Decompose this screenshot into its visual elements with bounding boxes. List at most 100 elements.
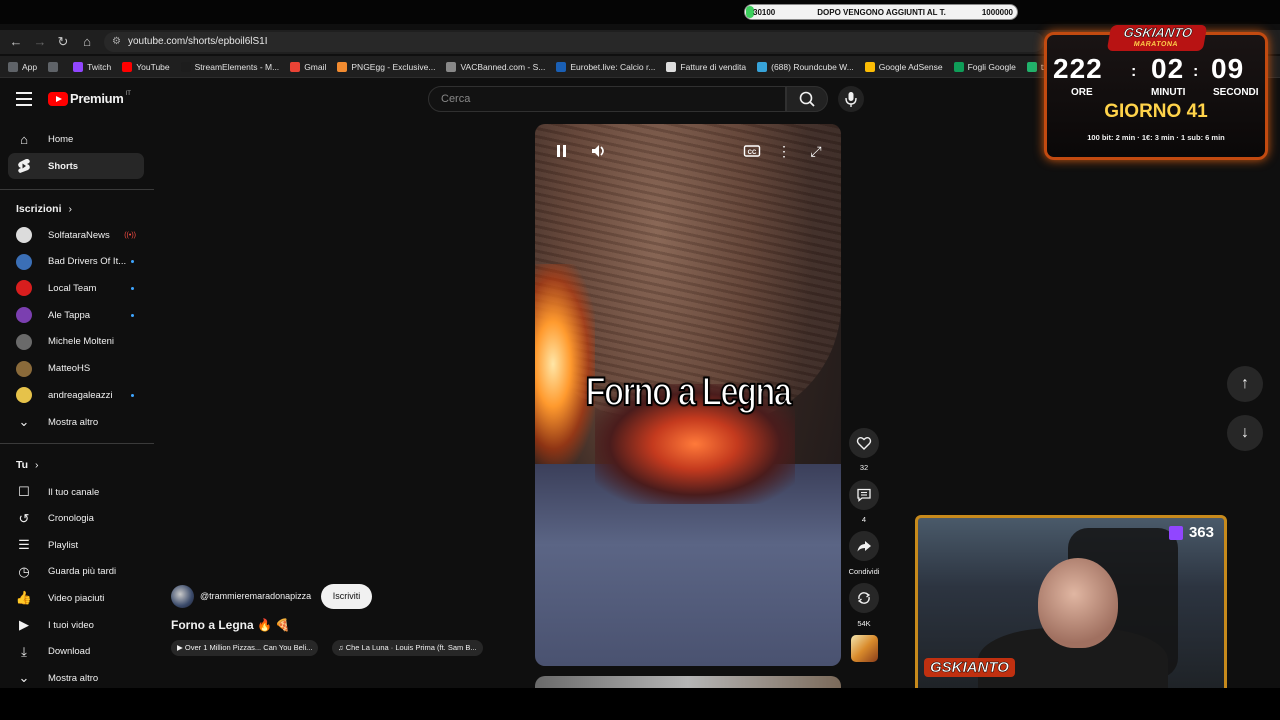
- hamburger-menu-icon[interactable]: [16, 92, 32, 106]
- you-item[interactable]: ☰ Playlist: [8, 532, 144, 558]
- you-item[interactable]: 👍 Video piaciuti: [8, 585, 144, 611]
- share-button[interactable]: [849, 531, 879, 561]
- reload-icon[interactable]: ↻: [55, 34, 71, 50]
- sidebar-divider: [0, 443, 154, 444]
- subscriptions-heading[interactable]: Iscrizioni ›: [16, 203, 72, 215]
- bookmark-label: PNGEgg - Exclusive...: [351, 61, 436, 72]
- subscription-item[interactable]: MatteoHS: [8, 356, 144, 382]
- stream-goal-bar: 30100 DOPO VENGONO AGGIUNTI AL T. 100000…: [744, 4, 1018, 20]
- search-button[interactable]: [786, 86, 828, 112]
- you-item[interactable]: ◷ Guarda più tardi: [8, 559, 144, 585]
- home-icon: ⌂: [20, 131, 28, 147]
- sidebar-item-label: Shorts: [48, 160, 79, 172]
- related-video-chip[interactable]: ▶ Over 1 Million Pizzas... Can You Beli.…: [171, 640, 319, 656]
- marathon-timer-overlay: GSKIANTO MARATONA 222 : 02 : 09 ORE MINU…: [1044, 25, 1268, 160]
- youtube-premium-logo[interactable]: Premium IT: [48, 91, 131, 106]
- like-button[interactable]: [849, 428, 879, 458]
- subscription-item[interactable]: Michele Molteni: [8, 329, 144, 355]
- you-item[interactable]: ⤓ Download: [8, 639, 144, 665]
- arrow-down-icon: ↓: [1241, 424, 1249, 441]
- bookmark-favicon-icon: [73, 61, 84, 72]
- you-item-label: Il tuo canale: [48, 486, 100, 498]
- bookmark-favicon-icon: [48, 61, 59, 72]
- bookmark-favicon-icon: [556, 61, 567, 72]
- search-input[interactable]: Cerca: [428, 86, 786, 112]
- url-text: youtube.com/shorts/epboil6lS1I: [128, 36, 268, 47]
- bookmark-favicon-icon: [864, 61, 875, 72]
- channel-avatar: [16, 227, 32, 243]
- voice-search-button[interactable]: [838, 86, 864, 112]
- subscribe-button[interactable]: Iscriviti: [321, 584, 372, 609]
- address-bar[interactable]: ⚙ youtube.com/shorts/epboil6lS1I: [104, 32, 1044, 52]
- remix-button[interactable]: [849, 583, 879, 613]
- timer-separator: :: [1193, 63, 1200, 80]
- site-settings-icon[interactable]: ⚙: [112, 32, 121, 52]
- bookmark-item[interactable]: App: [8, 61, 37, 72]
- bookmark-item[interactable]: StreamElements - M...: [180, 61, 279, 72]
- channel-avatar[interactable]: [171, 585, 194, 608]
- you-item[interactable]: ↺ Cronologia: [8, 506, 144, 532]
- you-item[interactable]: ☐ Il tuo canale: [8, 479, 144, 505]
- bookmark-item[interactable]: Twitch: [73, 61, 111, 72]
- hours-label: ORE: [1071, 87, 1093, 98]
- shorts-video-player[interactable]: Forno a Legna CC ⋮ ⤢: [535, 124, 841, 666]
- fullscreen-icon[interactable]: ⤢: [805, 140, 827, 162]
- bookmark-favicon-icon: [1026, 61, 1037, 72]
- goal-target: 1000000: [981, 7, 1013, 17]
- subscription-item[interactable]: Bad Drivers Of It...: [8, 249, 144, 275]
- pause-icon: [557, 145, 566, 157]
- subscription-item[interactable]: Ale Tappa: [8, 302, 144, 328]
- bookmark-item[interactable]: [48, 61, 62, 72]
- logo-text: Premium: [70, 91, 124, 106]
- bookmark-item[interactable]: VACBanned.com - S...: [446, 61, 546, 72]
- bookmark-item[interactable]: PNGEgg - Exclusive...: [337, 61, 436, 72]
- playlist-icon: ☰: [18, 537, 30, 553]
- bookmark-item[interactable]: Gmail: [290, 61, 326, 72]
- bookmark-item[interactable]: YouTube: [122, 61, 170, 72]
- bookmark-item[interactable]: Google AdSense: [864, 61, 943, 72]
- channel-avatar: [16, 253, 32, 270]
- subscription-item[interactable]: andreagaleazzi: [8, 382, 144, 408]
- sound-thumbnail[interactable]: [851, 635, 878, 662]
- bookmark-favicon-icon: [180, 61, 191, 72]
- you-item-label: I tuoi video: [48, 619, 94, 631]
- bookmark-label: VACBanned.com - S...: [460, 61, 546, 72]
- bookmark-item[interactable]: (688) Roundcube W...: [757, 61, 854, 72]
- previous-short-button[interactable]: ↑: [1227, 366, 1263, 402]
- video-title: Forno a Legna 🔥 🍕: [171, 618, 291, 632]
- stream-top-strip: [0, 0, 1280, 24]
- goal-current: 30100: [753, 7, 776, 17]
- subscription-item[interactable]: Local Team: [8, 275, 144, 301]
- volume-button[interactable]: [588, 140, 610, 162]
- remix-count: 54K: [857, 619, 871, 628]
- new-content-dot: [131, 260, 134, 264]
- history-icon: ↺: [18, 510, 30, 526]
- subscription-item[interactable]: SolfataraNews ((•)): [8, 222, 144, 248]
- bookmark-favicon-icon: [446, 61, 457, 72]
- minutes-label: MINUTI: [1151, 87, 1186, 98]
- comments-button[interactable]: [849, 480, 879, 510]
- bookmark-label: Google AdSense: [878, 61, 943, 72]
- bookmark-item[interactable]: Fogli Google: [953, 61, 1016, 72]
- more-options-icon[interactable]: ⋮: [773, 140, 795, 162]
- microphone-icon: [845, 92, 857, 107]
- captions-button[interactable]: CC: [741, 140, 763, 162]
- show-more-subscriptions[interactable]: ⌄ Mostra altro: [8, 409, 144, 435]
- next-short-button[interactable]: ↓: [1227, 415, 1263, 451]
- you-heading[interactable]: Tu ›: [16, 459, 38, 471]
- timer-rules: 100 bit: 2 min · 1€: 3 min · 1 sub: 6 mi…: [1087, 133, 1225, 142]
- sidebar-item-home[interactable]: ⌂ Home: [8, 126, 144, 152]
- forward-arrow-icon[interactable]: →: [32, 34, 48, 50]
- bookmark-item[interactable]: Eurobet.live: Calcio r...: [556, 61, 655, 72]
- pause-button[interactable]: [551, 140, 573, 162]
- bookmark-item[interactable]: Fatture di vendita: [666, 61, 746, 72]
- sidebar-item-shorts[interactable]: Shorts: [8, 153, 144, 179]
- you-item[interactable]: ▶ I tuoi video: [8, 612, 144, 638]
- comment-count: 4: [861, 515, 867, 524]
- home-icon[interactable]: ⌂: [79, 34, 95, 50]
- sidebar-divider: [0, 189, 154, 190]
- thumbs-up-icon: 👍: [15, 590, 33, 606]
- channel-name[interactable]: @trammieremaradonapizza: [200, 591, 311, 601]
- sound-chip[interactable]: ♫ Che La Luna · Louis Prima (ft. Sam B..…: [332, 640, 483, 656]
- back-arrow-icon[interactable]: ←: [8, 34, 24, 50]
